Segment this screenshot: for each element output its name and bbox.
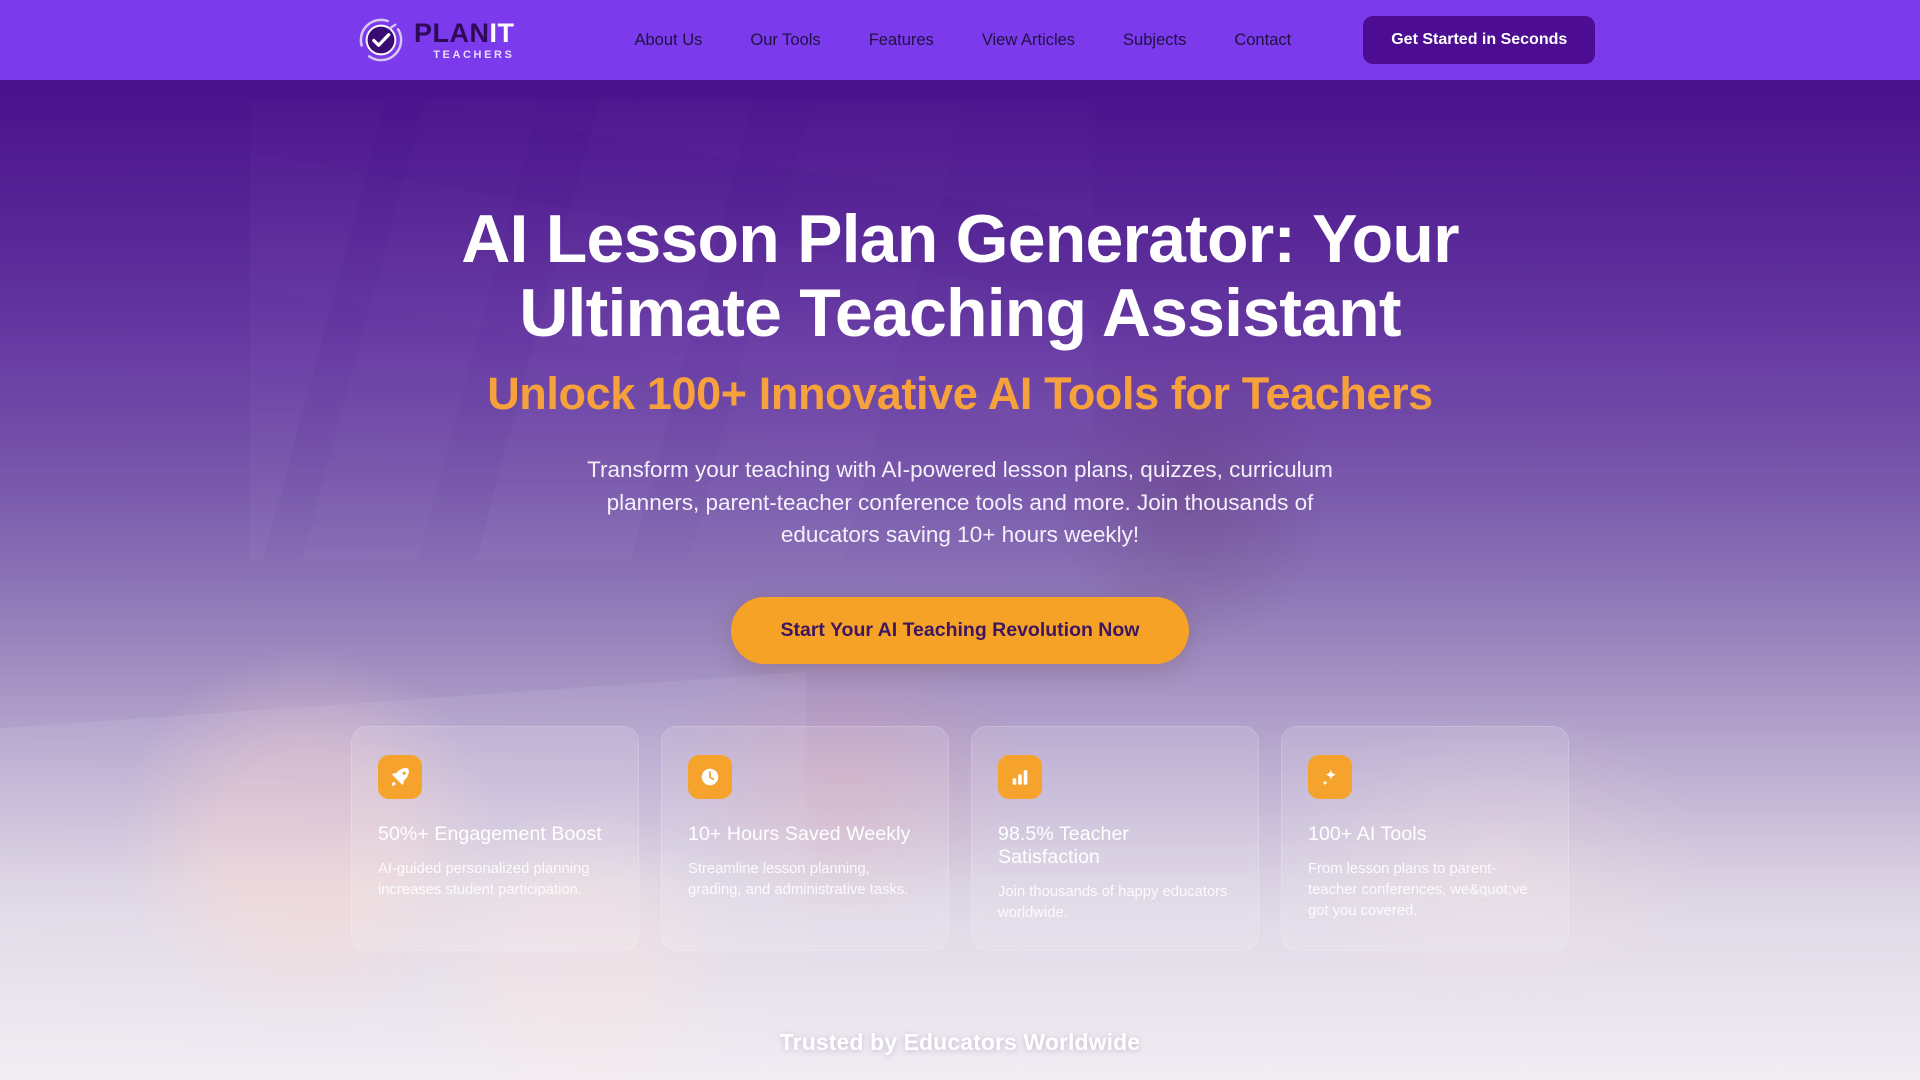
stat-card-description: Streamline lesson planning, grading, and… — [688, 861, 909, 899]
rocket-icon — [378, 755, 422, 800]
hero-subtitle: Unlock 100+ Innovative AI Tools for Teac… — [487, 368, 1433, 420]
hero-description: Transform your teaching with AI-powered … — [587, 457, 1333, 547]
stat-card-description: Join thousands of happy educators worldw… — [998, 884, 1228, 922]
nav-item-features[interactable]: Features — [845, 21, 958, 60]
clock-icon — [688, 755, 732, 800]
nav-item-subjects[interactable]: Subjects — [1099, 21, 1210, 60]
primary-navigation: About Us Our Tools Features View Article… — [611, 21, 1316, 60]
hero-title-line-1: AI Lesson Plan Generator: Your — [461, 201, 1459, 277]
nav-item-our-tools[interactable]: Our Tools — [726, 21, 844, 60]
logo-name: PLANIT — [414, 17, 515, 48]
trusted-title: Trusted by Educators Worldwide — [779, 1029, 1141, 1056]
page-title: AI Lesson Plan Generator: Your Ultimate … — [330, 202, 1590, 350]
sparkle-icon — [1308, 755, 1352, 800]
hero-title-line-2: Ultimate Teaching Assistant — [519, 275, 1401, 352]
stat-card-list: 50%+ Engagement Boost AI-guided personal… — [0, 726, 1920, 952]
stat-card-title: 100+ AI Tools — [1308, 823, 1427, 846]
stat-card-description: From lesson plans to parent-teacher conf… — [1308, 861, 1528, 920]
nav-item-about-us[interactable]: About Us — [611, 21, 727, 60]
stat-card-title: 10+ Hours Saved Weekly — [688, 823, 911, 846]
stat-card-title: 98.5% Teacher Satisfaction — [998, 823, 1130, 869]
stat-card-satisfaction[interactable]: 98.5% Teacher Satisfaction Join thousand… — [971, 726, 1259, 952]
stat-card-hours-saved[interactable]: 10+ Hours Saved Weekly Streamline lesson… — [661, 726, 949, 952]
site-logo[interactable]: PLANIT TEACHERS — [358, 17, 515, 63]
nav-item-view-articles[interactable]: View Articles — [958, 21, 1099, 60]
checkmark-target-icon — [358, 17, 404, 63]
site-header: PLANIT TEACHERS About Us Our Tools Featu… — [0, 0, 1920, 80]
start-revolution-button[interactable]: Start Your AI Teaching Revolution Now — [730, 597, 1190, 665]
trusted-section: Trusted by Educators Worldwide BBC NEWS — [0, 1029, 1920, 1080]
stat-card-ai-tools[interactable]: 100+ AI Tools From lesson plans to paren… — [1281, 726, 1569, 952]
logo-wordmark: PLANIT TEACHERS — [414, 17, 515, 61]
stat-card-engagement[interactable]: 50%+ Engagement Boost AI-guided personal… — [351, 726, 639, 952]
hero-section: AI Lesson Plan Generator: Your Ultimate … — [0, 80, 1920, 1080]
get-started-button[interactable]: Get Started in Seconds — [1363, 16, 1596, 64]
stat-card-title: 50%+ Engagement Boost — [378, 823, 602, 846]
nav-item-contact[interactable]: Contact — [1210, 21, 1315, 60]
bar-chart-icon — [998, 755, 1042, 800]
logo-tagline: TEACHERS — [433, 48, 515, 61]
stat-card-description: AI-guided personalized planning increase… — [378, 861, 590, 899]
